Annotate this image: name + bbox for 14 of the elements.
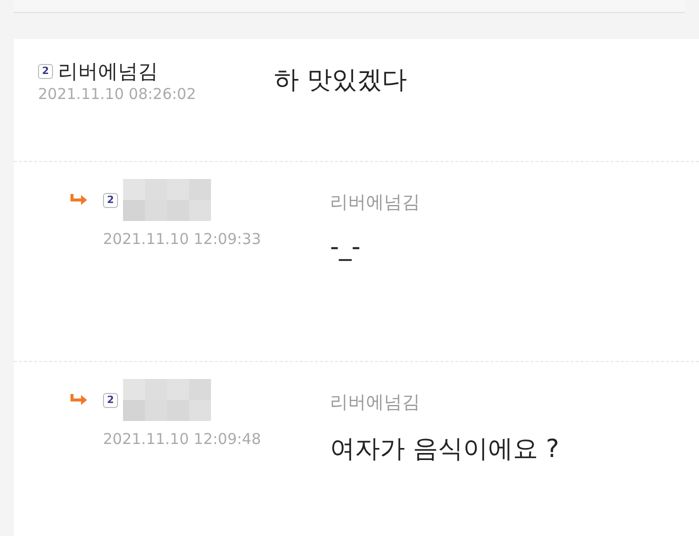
comment-text: 하 맛있겠다: [274, 64, 407, 96]
reply-arrow-icon: [70, 393, 88, 407]
level-badge: 2: [103, 392, 118, 408]
comment-time: 2021.11.10 12:09:33: [103, 230, 262, 248]
comment-text: -_-: [330, 232, 362, 261]
comment-text: 여자가 음식이에요 ?: [330, 433, 560, 465]
reply-arrow-icon: [70, 193, 88, 207]
level-badge: 2: [103, 192, 118, 208]
comment-time: 2021.11.10 08:26:02: [38, 85, 198, 103]
author-name: 리버에넘김: [58, 58, 158, 84]
comment-time: 2021.11.10 12:09:48: [103, 430, 262, 448]
level-badge: 2: [38, 64, 53, 78]
reply-target-name: 리버에넘김: [330, 391, 421, 414]
reply-target-name: 리버에넘김: [330, 191, 420, 214]
